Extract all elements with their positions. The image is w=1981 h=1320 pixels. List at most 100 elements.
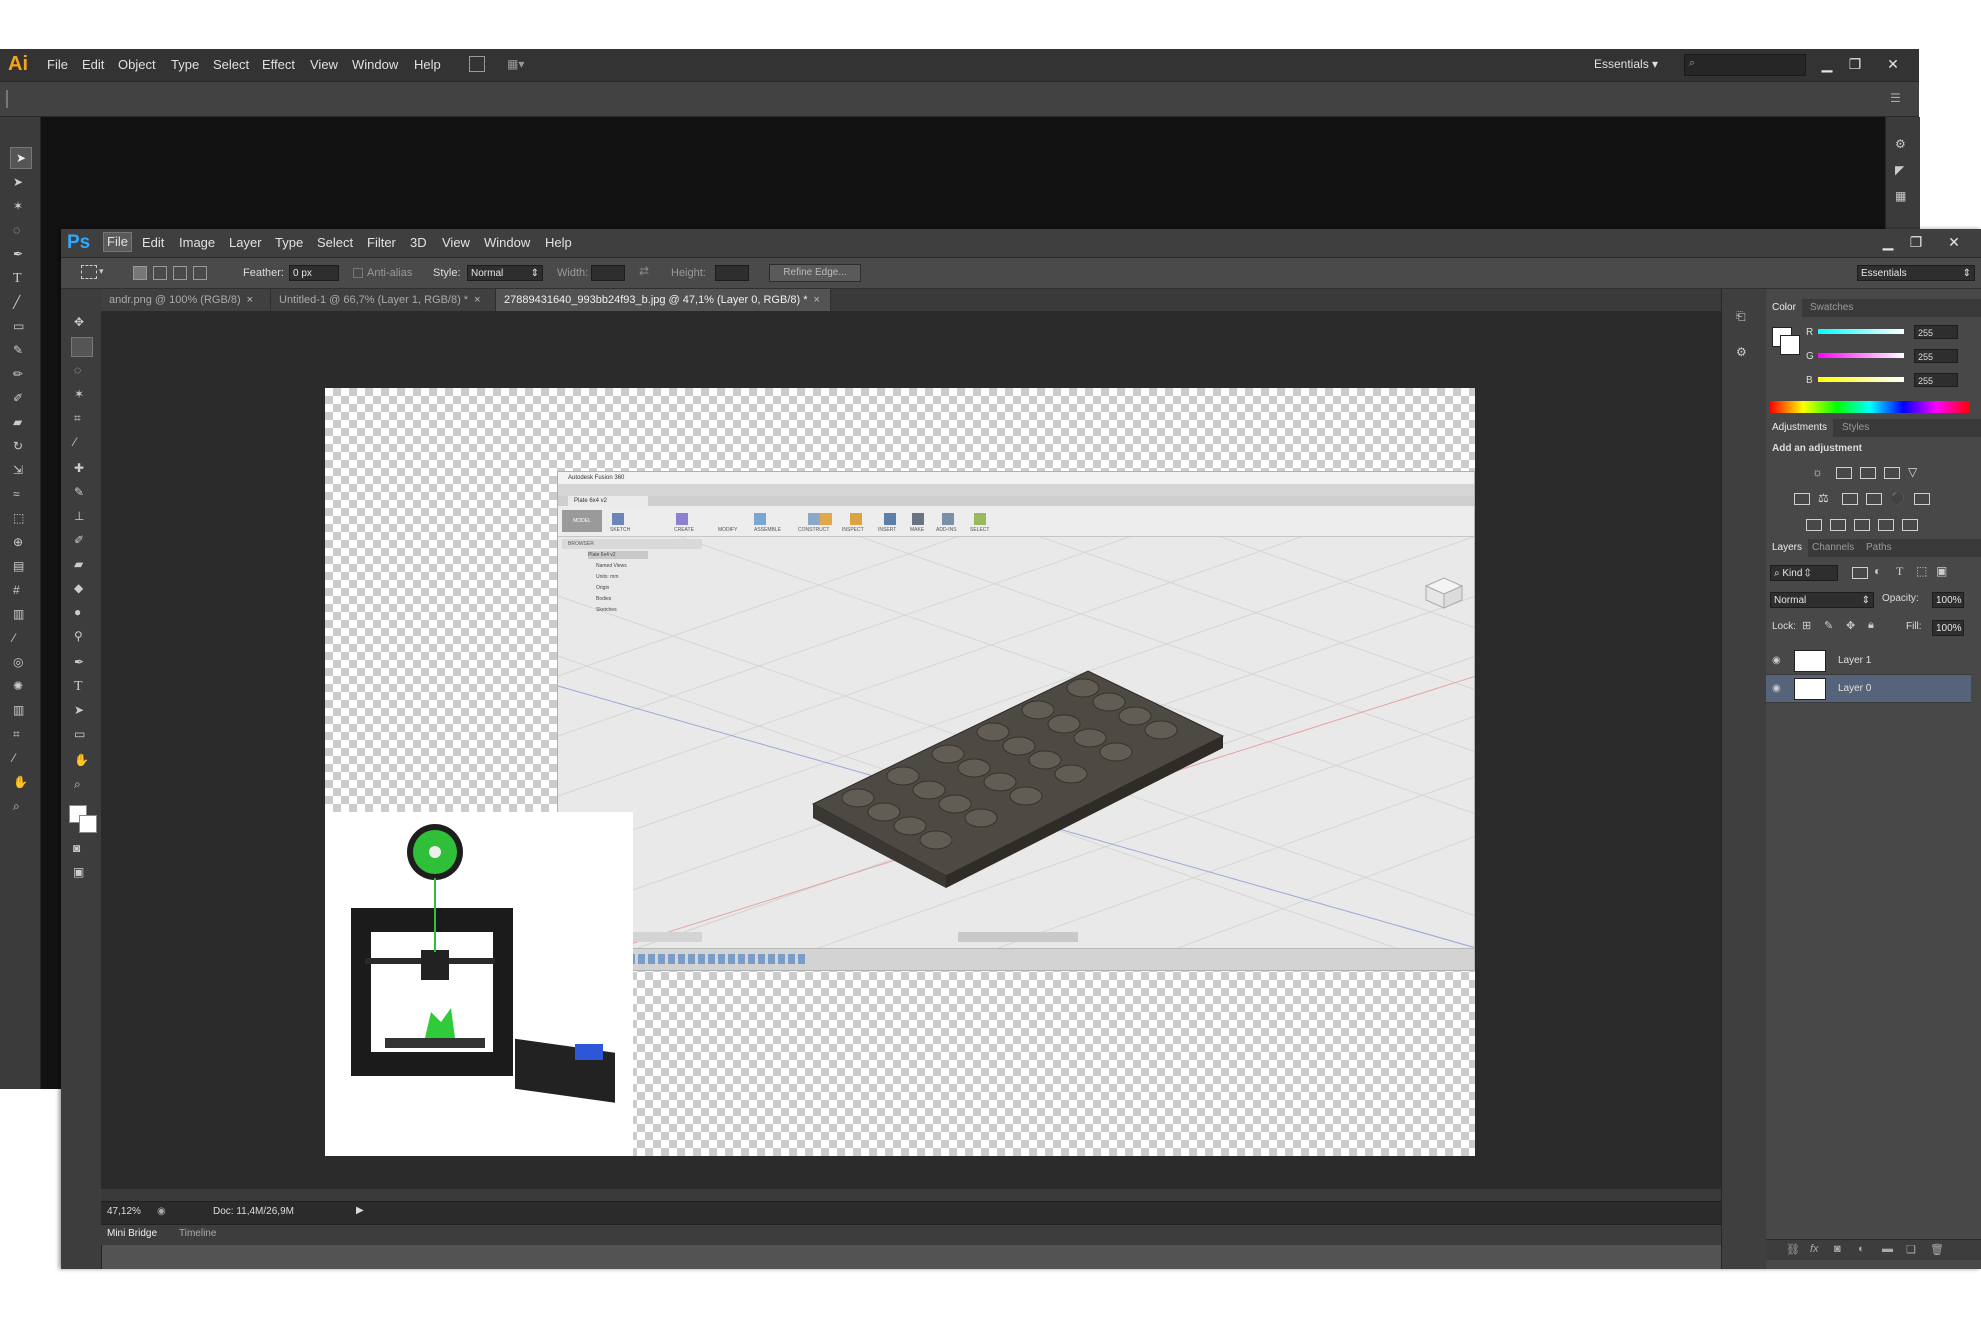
layer-name[interactable]: Layer 1 bbox=[1838, 647, 1871, 675]
ai-control-grip[interactable] bbox=[6, 90, 8, 108]
adjustments-tab[interactable]: Adjustments bbox=[1766, 419, 1834, 437]
document-canvas[interactable]: Autodesk Fusion 360 Plate 6x4 v2 MODEL S… bbox=[325, 388, 1475, 1156]
doc-tab-active[interactable]: 27889431640_993bb24f93_b.jpg @ 47,1% (La… bbox=[496, 289, 831, 311]
ai-type-tool-icon[interactable]: T bbox=[13, 271, 22, 287]
add-to-selection-icon[interactable] bbox=[153, 266, 167, 280]
paths-tab[interactable]: Paths bbox=[1860, 539, 1898, 557]
selective-color-adjustment-icon[interactable] bbox=[1878, 519, 1894, 531]
mini-bridge-tab[interactable]: Mini Bridge bbox=[107, 1228, 157, 1239]
ps-horizontal-scrollbar[interactable] bbox=[101, 1189, 1721, 1201]
value-r[interactable]: 255 bbox=[1914, 325, 1958, 339]
refine-edge-button[interactable]: Refine Edge... bbox=[769, 264, 861, 282]
clone-stamp-tool-icon[interactable]: ⊥ bbox=[74, 509, 84, 523]
ai-workspace-switcher[interactable]: Essentials ▾ bbox=[1594, 57, 1658, 71]
ps-menu-file[interactable]: File bbox=[103, 232, 132, 252]
ai-menu-object[interactable]: Object bbox=[118, 57, 156, 72]
ps-minimize-button[interactable]: ▁ bbox=[1877, 233, 1899, 251]
anti-alias-checkbox[interactable] bbox=[353, 268, 363, 278]
layer-visibility-eye-icon[interactable]: ◉ bbox=[1772, 675, 1781, 703]
ai-direct-selection-tool-icon[interactable]: ➤ bbox=[13, 175, 23, 189]
style-select[interactable]: Normal ⇕ bbox=[467, 265, 543, 281]
ps-menu-help[interactable]: Help bbox=[545, 235, 572, 250]
ai-menu-effect[interactable]: Effect bbox=[262, 57, 295, 72]
add-mask-icon[interactable]: ◙ bbox=[1834, 1243, 1841, 1255]
ai-magic-wand-tool-icon[interactable]: ✶ bbox=[13, 199, 23, 213]
new-adjustment-layer-icon[interactable]: ◐ bbox=[1858, 1243, 1865, 1255]
screen-mode-icon[interactable]: ▣ bbox=[73, 865, 84, 879]
quick-selection-tool-icon[interactable]: ✶ bbox=[74, 387, 84, 401]
color-balance-adjustment-icon[interactable]: ⚖ bbox=[1818, 491, 1829, 505]
ai-menu-window[interactable]: Window bbox=[352, 57, 398, 72]
ai-restore-button[interactable]: ❐ bbox=[1844, 55, 1866, 73]
ai-gradient-tool-icon[interactable]: ▥ bbox=[13, 607, 24, 621]
value-g[interactable]: 255 bbox=[1914, 349, 1958, 363]
ai-menu-edit[interactable]: Edit bbox=[82, 57, 104, 72]
ps-workspace-switcher[interactable]: Essentials ⇕ bbox=[1857, 265, 1975, 281]
layer-row[interactable]: ◉ Layer 1 bbox=[1766, 647, 1971, 675]
zoom-level[interactable]: 47,12% bbox=[107, 1206, 141, 1217]
link-layers-icon[interactable]: ⛓ bbox=[1786, 1243, 1800, 1256]
rect-marquee-tool-icon[interactable] bbox=[71, 337, 93, 357]
ai-pen-tool-icon[interactable]: ✒ bbox=[13, 247, 23, 261]
blur-tool-icon[interactable]: ● bbox=[74, 605, 81, 619]
layer-name[interactable]: Layer 0 bbox=[1838, 675, 1871, 703]
fill-input[interactable]: 100% bbox=[1932, 620, 1964, 636]
channel-mixer-adjustment-icon[interactable]: ⚫ bbox=[1890, 491, 1905, 505]
ai-slice-tool-icon[interactable]: ⁄ bbox=[13, 751, 15, 765]
doc-tab[interactable]: andr.png @ 100% (RGB/8) × bbox=[101, 289, 271, 311]
paint-bucket-tool-icon[interactable]: ◆ bbox=[74, 581, 83, 595]
opacity-input[interactable]: 100% bbox=[1932, 592, 1964, 608]
ai-zoom-tool-icon[interactable]: ⌕ bbox=[13, 799, 20, 814]
close-tab-icon[interactable]: × bbox=[474, 294, 480, 306]
status-info-icon[interactable]: ◉ bbox=[157, 1206, 166, 1217]
color-spectrum-ramp[interactable] bbox=[1770, 401, 1970, 413]
status-menu-arrow-icon[interactable]: ▶ bbox=[356, 1205, 364, 1216]
brush-tool-icon[interactable]: ✎ bbox=[74, 485, 84, 499]
slider-g[interactable] bbox=[1818, 353, 1904, 358]
zoom-tool-icon[interactable]: ⌕ bbox=[74, 777, 81, 792]
dodge-tool-icon[interactable]: ⚲ bbox=[74, 629, 83, 643]
value-b[interactable]: 255 bbox=[1914, 373, 1958, 387]
filter-shape-layers-icon[interactable]: ⬚ bbox=[1916, 564, 1927, 578]
layer-filter-kind-select[interactable]: ⌕ Kind ⇕ bbox=[1770, 565, 1838, 581]
color-tab[interactable]: Color bbox=[1766, 299, 1802, 317]
move-tool-icon[interactable]: ✥ bbox=[74, 315, 84, 329]
pen-tool-icon[interactable]: ✒ bbox=[74, 655, 84, 669]
ai-hand-tool-icon[interactable]: ✋ bbox=[13, 775, 28, 789]
ps-menu-image[interactable]: Image bbox=[179, 235, 215, 250]
ps-close-button[interactable]: ✕ bbox=[1943, 233, 1965, 251]
photo-filter-adjustment-icon[interactable] bbox=[1866, 493, 1882, 505]
swap-width-height-icon[interactable]: ⇄ bbox=[639, 264, 649, 278]
ai-eraser-tool-icon[interactable]: ▰ bbox=[13, 415, 22, 429]
ai-close-button[interactable]: ✕ bbox=[1882, 55, 1904, 73]
eraser-tool-icon[interactable]: ▰ bbox=[74, 557, 83, 571]
styles-tab[interactable]: Styles bbox=[1836, 419, 1875, 437]
ai-symbol-sprayer-tool-icon[interactable]: ✺ bbox=[13, 679, 23, 693]
ai-mesh-tool-icon[interactable]: # bbox=[13, 583, 20, 597]
ai-column-graph-tool-icon[interactable]: ▥ bbox=[13, 703, 24, 717]
eyedropper-tool-icon[interactable]: ⁄ bbox=[74, 435, 76, 449]
black-white-adjustment-icon[interactable] bbox=[1842, 493, 1858, 505]
ai-menu-help[interactable]: Help bbox=[414, 57, 441, 72]
ps-menu-select[interactable]: Select bbox=[317, 235, 353, 250]
channels-tab[interactable]: Channels bbox=[1806, 539, 1860, 557]
ai-artboard-tool-icon[interactable]: ⌗ bbox=[13, 727, 20, 742]
ps-canvas-area[interactable]: Autodesk Fusion 360 Plate 6x4 v2 MODEL S… bbox=[101, 311, 1721, 1217]
threshold-adjustment-icon[interactable] bbox=[1854, 519, 1870, 531]
ai-rectangle-tool-icon[interactable]: ▭ bbox=[13, 319, 24, 333]
ai-scale-tool-icon[interactable]: ⇲ bbox=[13, 463, 23, 477]
ai-menu-select[interactable]: Select bbox=[213, 57, 249, 72]
brightness-adjustment-icon[interactable]: ☼ bbox=[1812, 465, 1823, 479]
layer-style-fx-icon[interactable]: fx bbox=[1810, 1243, 1819, 1255]
feather-input[interactable]: 0 px bbox=[289, 265, 339, 281]
layer-row-selected[interactable]: ◉ Layer 0 bbox=[1766, 675, 1971, 703]
ai-graphic-styles-panel-icon[interactable]: ◤ bbox=[1895, 163, 1904, 177]
hue-saturation-adjustment-icon[interactable] bbox=[1794, 493, 1810, 505]
lock-transparent-pixels-icon[interactable]: ⊞ bbox=[1802, 619, 1811, 632]
intersect-selection-icon[interactable] bbox=[193, 266, 207, 280]
ps-menu-view[interactable]: View bbox=[442, 235, 470, 250]
posterize-adjustment-icon[interactable] bbox=[1830, 519, 1846, 531]
preset-dropdown-icon[interactable]: ▾ bbox=[99, 266, 104, 277]
background-color-swatch[interactable] bbox=[79, 815, 97, 833]
delete-layer-icon[interactable]: 🗑︎ bbox=[1930, 1243, 1944, 1256]
